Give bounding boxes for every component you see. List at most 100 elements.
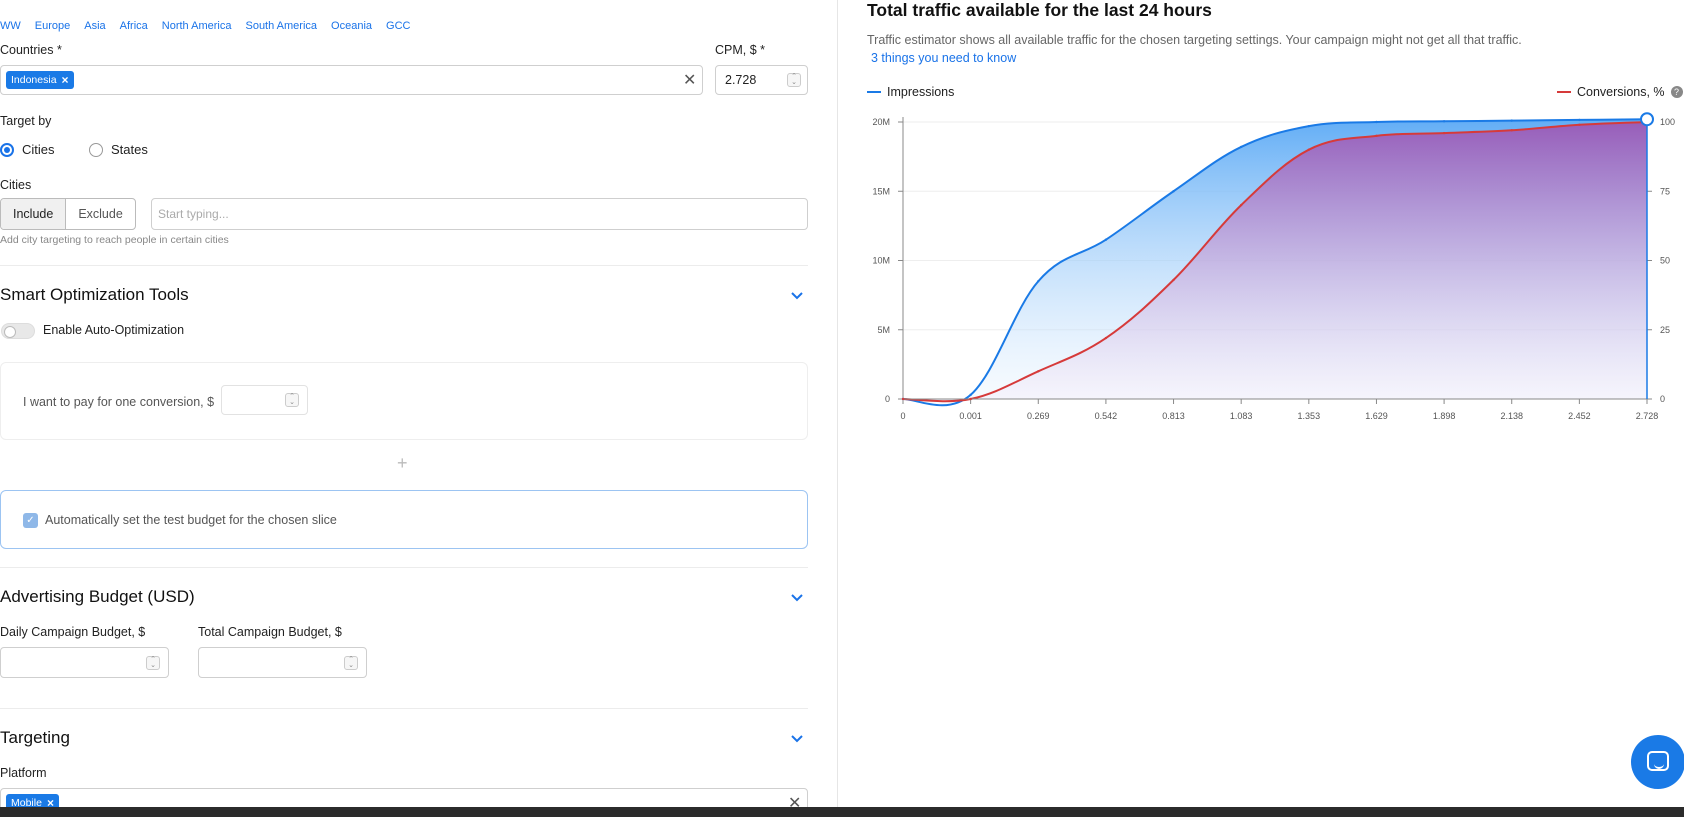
advertising-budget-title: Advertising Budget (USD) [0, 587, 195, 606]
conversions-data-point [969, 397, 972, 401]
platform-label: Platform [0, 766, 47, 780]
help-icon[interactable]: ? [1670, 86, 1683, 98]
region-north-america-link[interactable]: North America [162, 20, 232, 32]
total-budget-label: Total Campaign Budget, $ [198, 625, 342, 639]
region-europe-link[interactable]: Europe [35, 20, 70, 32]
divider [0, 567, 808, 568]
target-by-label: Target by [0, 114, 52, 128]
impressions-data-point [1172, 190, 1175, 193]
checkbox-checked-icon[interactable]: ✓ [23, 513, 38, 528]
y-left-tick-label: 15M [872, 186, 890, 196]
things-to-know-link[interactable]: 3 things you need to know [871, 51, 1016, 65]
cities-search-input[interactable]: Start typing... [151, 198, 808, 230]
impressions-data-point [1037, 280, 1040, 283]
conversions-data-point [1172, 278, 1175, 282]
chat-support-button[interactable] [1631, 735, 1684, 789]
region-ww-link[interactable]: WW [0, 20, 21, 32]
y-left-tick-label: 20M [872, 117, 890, 127]
country-chip-remove-icon[interactable]: × [62, 71, 69, 89]
x-tick-label: 1.898 [1433, 411, 1456, 421]
radio-cities[interactable]: Cities [0, 142, 55, 157]
traffic-chart: 0 05M 2510M 5015M 7520M 1000 0.001 0.269 0.542 0.… [872, 112, 1675, 421]
conversions-data-point [1307, 148, 1311, 151]
x-tick-label: 2.138 [1500, 411, 1523, 421]
legend-conversions[interactable]: Conversions, % ? [1557, 85, 1683, 99]
platform-clear-icon[interactable]: ✕ [788, 793, 801, 807]
y-left-tick-label: 10M [872, 256, 890, 266]
cities-placeholder: Start typing... [158, 207, 229, 221]
platform-input[interactable]: Mobile × ✕ [0, 788, 808, 807]
x-tick-label: 2.452 [1568, 411, 1591, 421]
impressions-legend-swatch [867, 91, 881, 93]
countries-label: Countries * [0, 43, 62, 57]
cpm-value: 2.728 [725, 73, 757, 87]
traffic-estimator-panel: Total traffic available for the last 24 … [837, 0, 1684, 807]
platform-chip-remove-icon[interactable]: × [47, 794, 54, 807]
country-chip: Indonesia × [6, 71, 74, 89]
y-right-tick-label: 100 [1660, 117, 1675, 127]
conversions-data-point [1037, 370, 1040, 373]
region-gcc-link[interactable]: GCC [386, 20, 410, 32]
chevron-down-icon[interactable] [789, 730, 805, 746]
x-tick-label: 1.083 [1230, 411, 1253, 421]
conversion-card: I want to pay for one conversion, $ ⌃ ⌄ [0, 362, 808, 440]
chat-icon [1647, 751, 1669, 771]
divider [0, 708, 808, 709]
impressions-data-point [1442, 120, 1446, 123]
country-chip-label: Indonesia [11, 74, 57, 86]
conversions-data-point [901, 397, 905, 401]
radio-cities-label: Cities [22, 142, 55, 157]
test-budget-card: ✓ Automatically set the test budget for … [0, 490, 808, 549]
impressions-data-point [1104, 238, 1108, 241]
cpm-input[interactable]: 2.728 ⌃ ⌄ [715, 65, 808, 95]
smart-optimization-title: Smart Optimization Tools [0, 285, 189, 304]
y-right-tick-label: 50 [1660, 256, 1670, 266]
campaign-settings-panel: WW Europe Asia Africa North America Sout… [0, 0, 837, 807]
conversion-stepper-icon[interactable]: ⌃ ⌄ [285, 393, 299, 407]
impressions-data-point [1307, 124, 1311, 128]
taskbar [0, 807, 1684, 817]
conversion-label: I want to pay for one conversion, $ [23, 395, 215, 409]
conversions-data-point [1375, 134, 1378, 138]
region-links: WW Europe Asia Africa North America Sout… [0, 20, 410, 32]
y-left-tick-label: 0 [885, 394, 890, 404]
x-tick-label: 0.813 [1162, 411, 1185, 421]
region-south-america-link[interactable]: South America [245, 20, 317, 32]
conversions-data-point [1578, 123, 1581, 126]
exclude-button[interactable]: Exclude [66, 199, 134, 229]
countries-input[interactable]: Indonesia × ✕ [0, 65, 703, 95]
x-tick-label: 0.001 [959, 411, 982, 421]
radio-selected-icon [0, 142, 14, 157]
chevron-down-icon[interactable] [789, 589, 805, 605]
region-oceania-link[interactable]: Oceania [331, 20, 372, 32]
region-africa-link[interactable]: Africa [120, 20, 148, 32]
legend-impressions-label: Impressions [887, 85, 955, 99]
cities-label: Cities [0, 178, 32, 192]
radio-states[interactable]: States [89, 142, 148, 157]
impressions-data-point [1239, 145, 1243, 149]
countries-clear-icon[interactable]: ✕ [683, 70, 696, 90]
daily-budget-input[interactable]: ⌃ ⌄ [0, 647, 169, 678]
x-tick-label: 0.542 [1095, 411, 1118, 421]
conversions-data-point [1510, 129, 1513, 132]
chart-range-handle[interactable] [1640, 112, 1654, 127]
impressions-data-point [1578, 118, 1581, 122]
legend-impressions[interactable]: Impressions [867, 85, 954, 99]
conversion-price-input[interactable]: ⌃ ⌄ [221, 385, 308, 415]
cpm-stepper-icon[interactable]: ⌃ ⌄ [787, 73, 801, 87]
region-asia-link[interactable]: Asia [84, 20, 105, 32]
add-slice-icon[interactable]: + [397, 453, 408, 474]
auto-optimization-toggle[interactable] [1, 323, 35, 339]
chevron-down-icon[interactable] [789, 287, 805, 303]
include-exclude-toggle: Include Exclude [0, 198, 136, 230]
total-budget-input[interactable]: ⌃ ⌄ [198, 647, 367, 678]
cities-hint: Add city targeting to reach people in ce… [0, 234, 229, 246]
impressions-data-point [1510, 119, 1513, 122]
conversions-data-point [1442, 131, 1446, 135]
total-budget-stepper-icon[interactable]: ⌃ ⌄ [344, 656, 358, 670]
auto-optimization-label: Enable Auto-Optimization [43, 323, 185, 337]
conversions-data-point [1104, 336, 1108, 340]
include-button[interactable]: Include [1, 199, 67, 229]
daily-budget-stepper-icon[interactable]: ⌃ ⌄ [146, 656, 160, 670]
impressions-data-point [1375, 120, 1378, 124]
